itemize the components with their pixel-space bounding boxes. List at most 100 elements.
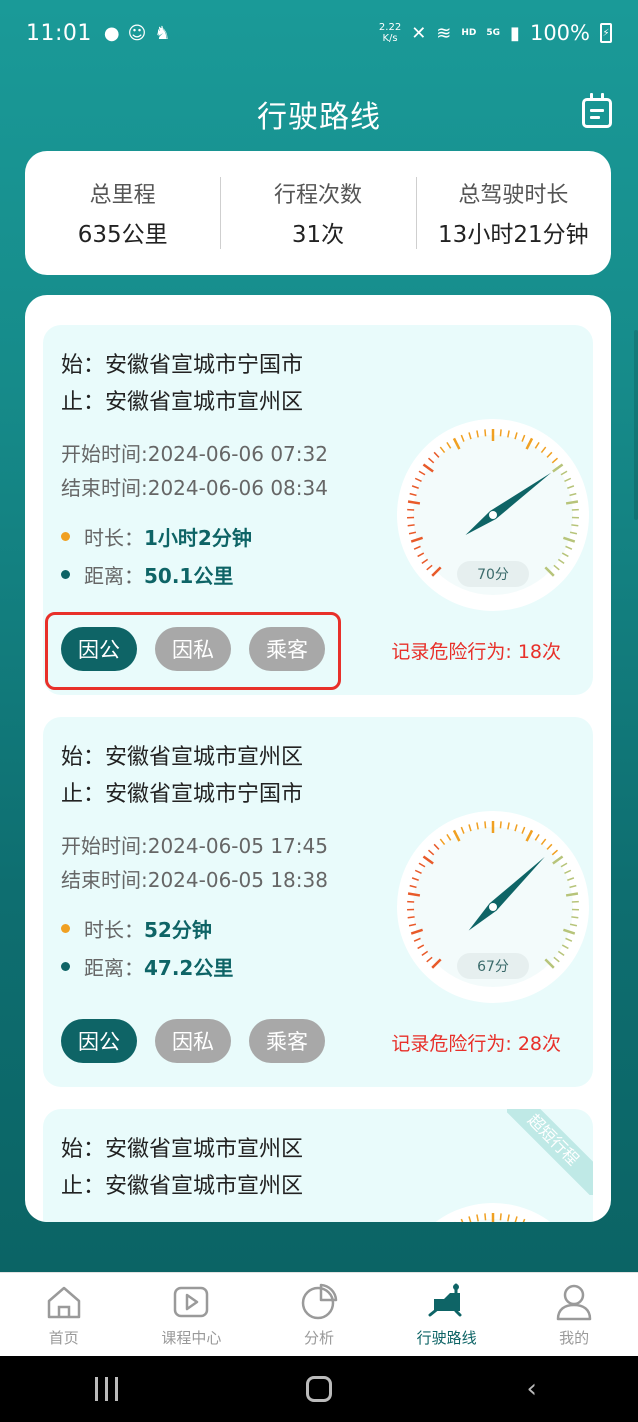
trip-route: 始：安徽省宣城市宣州区 止：安徽省宣城市宁国市	[61, 739, 303, 813]
gauge-pivot	[489, 903, 497, 911]
back-button[interactable]: ‹	[502, 1374, 562, 1404]
home-icon	[47, 1286, 81, 1319]
tag-passenger[interactable]: 乘客	[249, 627, 325, 671]
net-speed-unit: K/s	[382, 33, 398, 44]
notification-icons: ● ☺ ♞	[104, 23, 171, 44]
tag-passenger[interactable]: 乘客	[249, 1019, 325, 1063]
trip-card[interactable]: 始：安徽省宣城市宣州区 止：安徽省宣城市宁国市 开始时间:2024-06-05 …	[43, 717, 593, 1087]
status-bar: 11:01 ● ☺ ♞ 2.22 K/s ✕ ≋ HD 5G ▮ 100% ⚡	[0, 0, 638, 66]
scrollbar[interactable]	[634, 330, 638, 520]
orange-dot-icon	[61, 923, 70, 933]
duration-value: 1小时2分钟	[144, 525, 252, 550]
teal-dot-icon	[61, 961, 70, 971]
trip-card[interactable]: 超短行程 始：安徽省宣城市宣州区 止：安徽省宣城市宣州区	[43, 1109, 593, 1222]
tab-label: 行驶路线	[416, 1329, 477, 1347]
distance-row: 距离： 47.2公里	[61, 947, 233, 985]
play-icon	[174, 1286, 209, 1318]
route-icon	[428, 1283, 462, 1317]
tab-label: 首页	[48, 1329, 79, 1347]
distance-label: 距离：	[84, 563, 144, 588]
summary-label: 行程次数	[273, 183, 362, 208]
summary-value: 635公里	[77, 222, 168, 248]
summary-trip-count: 行程次数 31次	[220, 177, 415, 249]
calendar-icon[interactable]	[582, 93, 612, 128]
app-notification-icon: ☺	[127, 22, 147, 44]
wifi-icon: ≋	[436, 22, 452, 44]
gauge-tick	[484, 429, 487, 437]
trip-times: 开始时间:2024-06-05 17:45 结束时间:2024-06-05 18…	[61, 829, 328, 897]
gauge-tick	[499, 1213, 502, 1221]
tag-personal[interactable]: 因私	[155, 627, 231, 671]
score-gauge: 67分	[395, 809, 591, 1005]
distance-label: 距离：	[84, 955, 144, 980]
trip-purpose-tags: 因公 因私 乘客	[61, 627, 325, 671]
ribbon-label: 超短行程	[507, 1109, 593, 1195]
trip-end-location: 止：安徽省宣城市宣州区	[61, 1174, 304, 1199]
summary-value: 13小时21分钟	[438, 222, 589, 248]
trip-list[interactable]: 始：安徽省宣城市宁国市 止：安徽省宣城市宣州区 开始时间:2024-06-06 …	[25, 295, 611, 1222]
trip-times: 开始时间:2024-06-06 07:32 结束时间:2024-06-06 08…	[61, 437, 328, 505]
tab-analysis[interactable]: 分析	[255, 1273, 383, 1356]
tab-label: 我的	[559, 1329, 590, 1347]
home-button[interactable]	[289, 1376, 349, 1402]
recent-apps-button[interactable]	[76, 1377, 136, 1401]
user-icon	[556, 1284, 592, 1321]
gauge-tick	[571, 524, 579, 527]
hd-badge: HD	[461, 28, 477, 38]
gauge-tick	[407, 916, 415, 919]
gauge-score: 67分	[457, 953, 529, 979]
distance-row: 距离： 50.1公里	[61, 555, 252, 593]
signal-5g-badge: 5G	[486, 28, 501, 38]
tab-home[interactable]: 首页	[0, 1273, 128, 1356]
summary-label: 总里程	[89, 183, 156, 208]
gauge-tick	[499, 821, 502, 829]
battery-percent: 100%	[529, 21, 590, 45]
gauge-tick	[499, 429, 502, 437]
duration-row: 时长： 52分钟	[61, 909, 233, 947]
tag-business[interactable]: 因公	[61, 1019, 137, 1063]
trip-purpose-tags: 因公 因私 乘客	[61, 1019, 325, 1063]
trip-end-location: 止：安徽省宣城市宣州区	[61, 390, 304, 415]
trip-start-time: 开始时间:2024-06-06 07:32	[61, 442, 328, 466]
trip-route: 始：安徽省宣城市宣州区 止：安徽省宣城市宣州区	[61, 1131, 303, 1205]
trip-end-location: 止：安徽省宣城市宁国市	[61, 782, 304, 807]
summary-card: 总里程 635公里 行程次数 31次 总驾驶时长 13小时21分钟	[25, 151, 611, 275]
danger-record: 记录危险行为: 28次	[391, 1033, 561, 1055]
gauge-tick	[407, 524, 415, 527]
pie-chart-icon	[301, 1283, 338, 1320]
trip-route: 始：安徽省宣城市宁国市 止：安徽省宣城市宣州区	[61, 347, 303, 421]
qq-icon: ♞	[154, 22, 171, 44]
distance-value: 50.1公里	[144, 563, 234, 588]
trip-card[interactable]: 始：安徽省宣城市宁国市 止：安徽省宣城市宣州区 开始时间:2024-06-06 …	[43, 325, 593, 695]
message-icon: ●	[103, 22, 120, 44]
short-trip-ribbon: 超短行程	[507, 1109, 593, 1195]
duration-label: 时长：	[84, 917, 144, 942]
summary-value: 31次	[291, 222, 345, 248]
summary-total-distance: 总里程 635公里	[25, 177, 220, 249]
summary-label: 总驾驶时长	[458, 183, 569, 208]
tag-business[interactable]: 因公	[61, 627, 137, 671]
teal-dot-icon	[61, 569, 70, 579]
bottom-tab-bar: 首页 课程中心 分析 行驶路线 我的	[0, 1272, 638, 1356]
gauge-tick	[571, 916, 579, 919]
trip-start-location: 始：安徽省宣城市宣州区	[61, 745, 304, 770]
trip-end-time: 结束时间:2024-06-05 18:38	[61, 868, 328, 892]
trip-start-time: 开始时间:2024-06-05 17:45	[61, 834, 328, 858]
tab-route[interactable]: 行驶路线	[383, 1273, 511, 1356]
distance-value: 47.2公里	[144, 955, 234, 980]
duration-value: 52分钟	[144, 917, 212, 942]
mute-icon: ✕	[411, 22, 427, 44]
tab-course-center[interactable]: 课程中心	[128, 1273, 256, 1356]
trip-start-location: 始：安徽省宣城市宁国市	[61, 353, 304, 378]
tag-personal[interactable]: 因私	[155, 1019, 231, 1063]
score-gauge: 70分	[395, 417, 591, 613]
signal-icon: ▮	[510, 22, 520, 44]
battery-icon: ⚡	[600, 23, 612, 43]
tab-label: 分析	[303, 1329, 334, 1347]
trip-stats: 时长： 52分钟 距离： 47.2公里	[61, 909, 233, 985]
status-right: 2.22 K/s ✕ ≋ HD 5G ▮ 100% ⚡	[379, 21, 612, 45]
net-speed-value: 2.22	[378, 22, 402, 33]
page-header: 行驶路线	[0, 84, 638, 144]
tab-mine[interactable]: 我的	[510, 1273, 638, 1356]
gauge-tick	[484, 821, 487, 829]
